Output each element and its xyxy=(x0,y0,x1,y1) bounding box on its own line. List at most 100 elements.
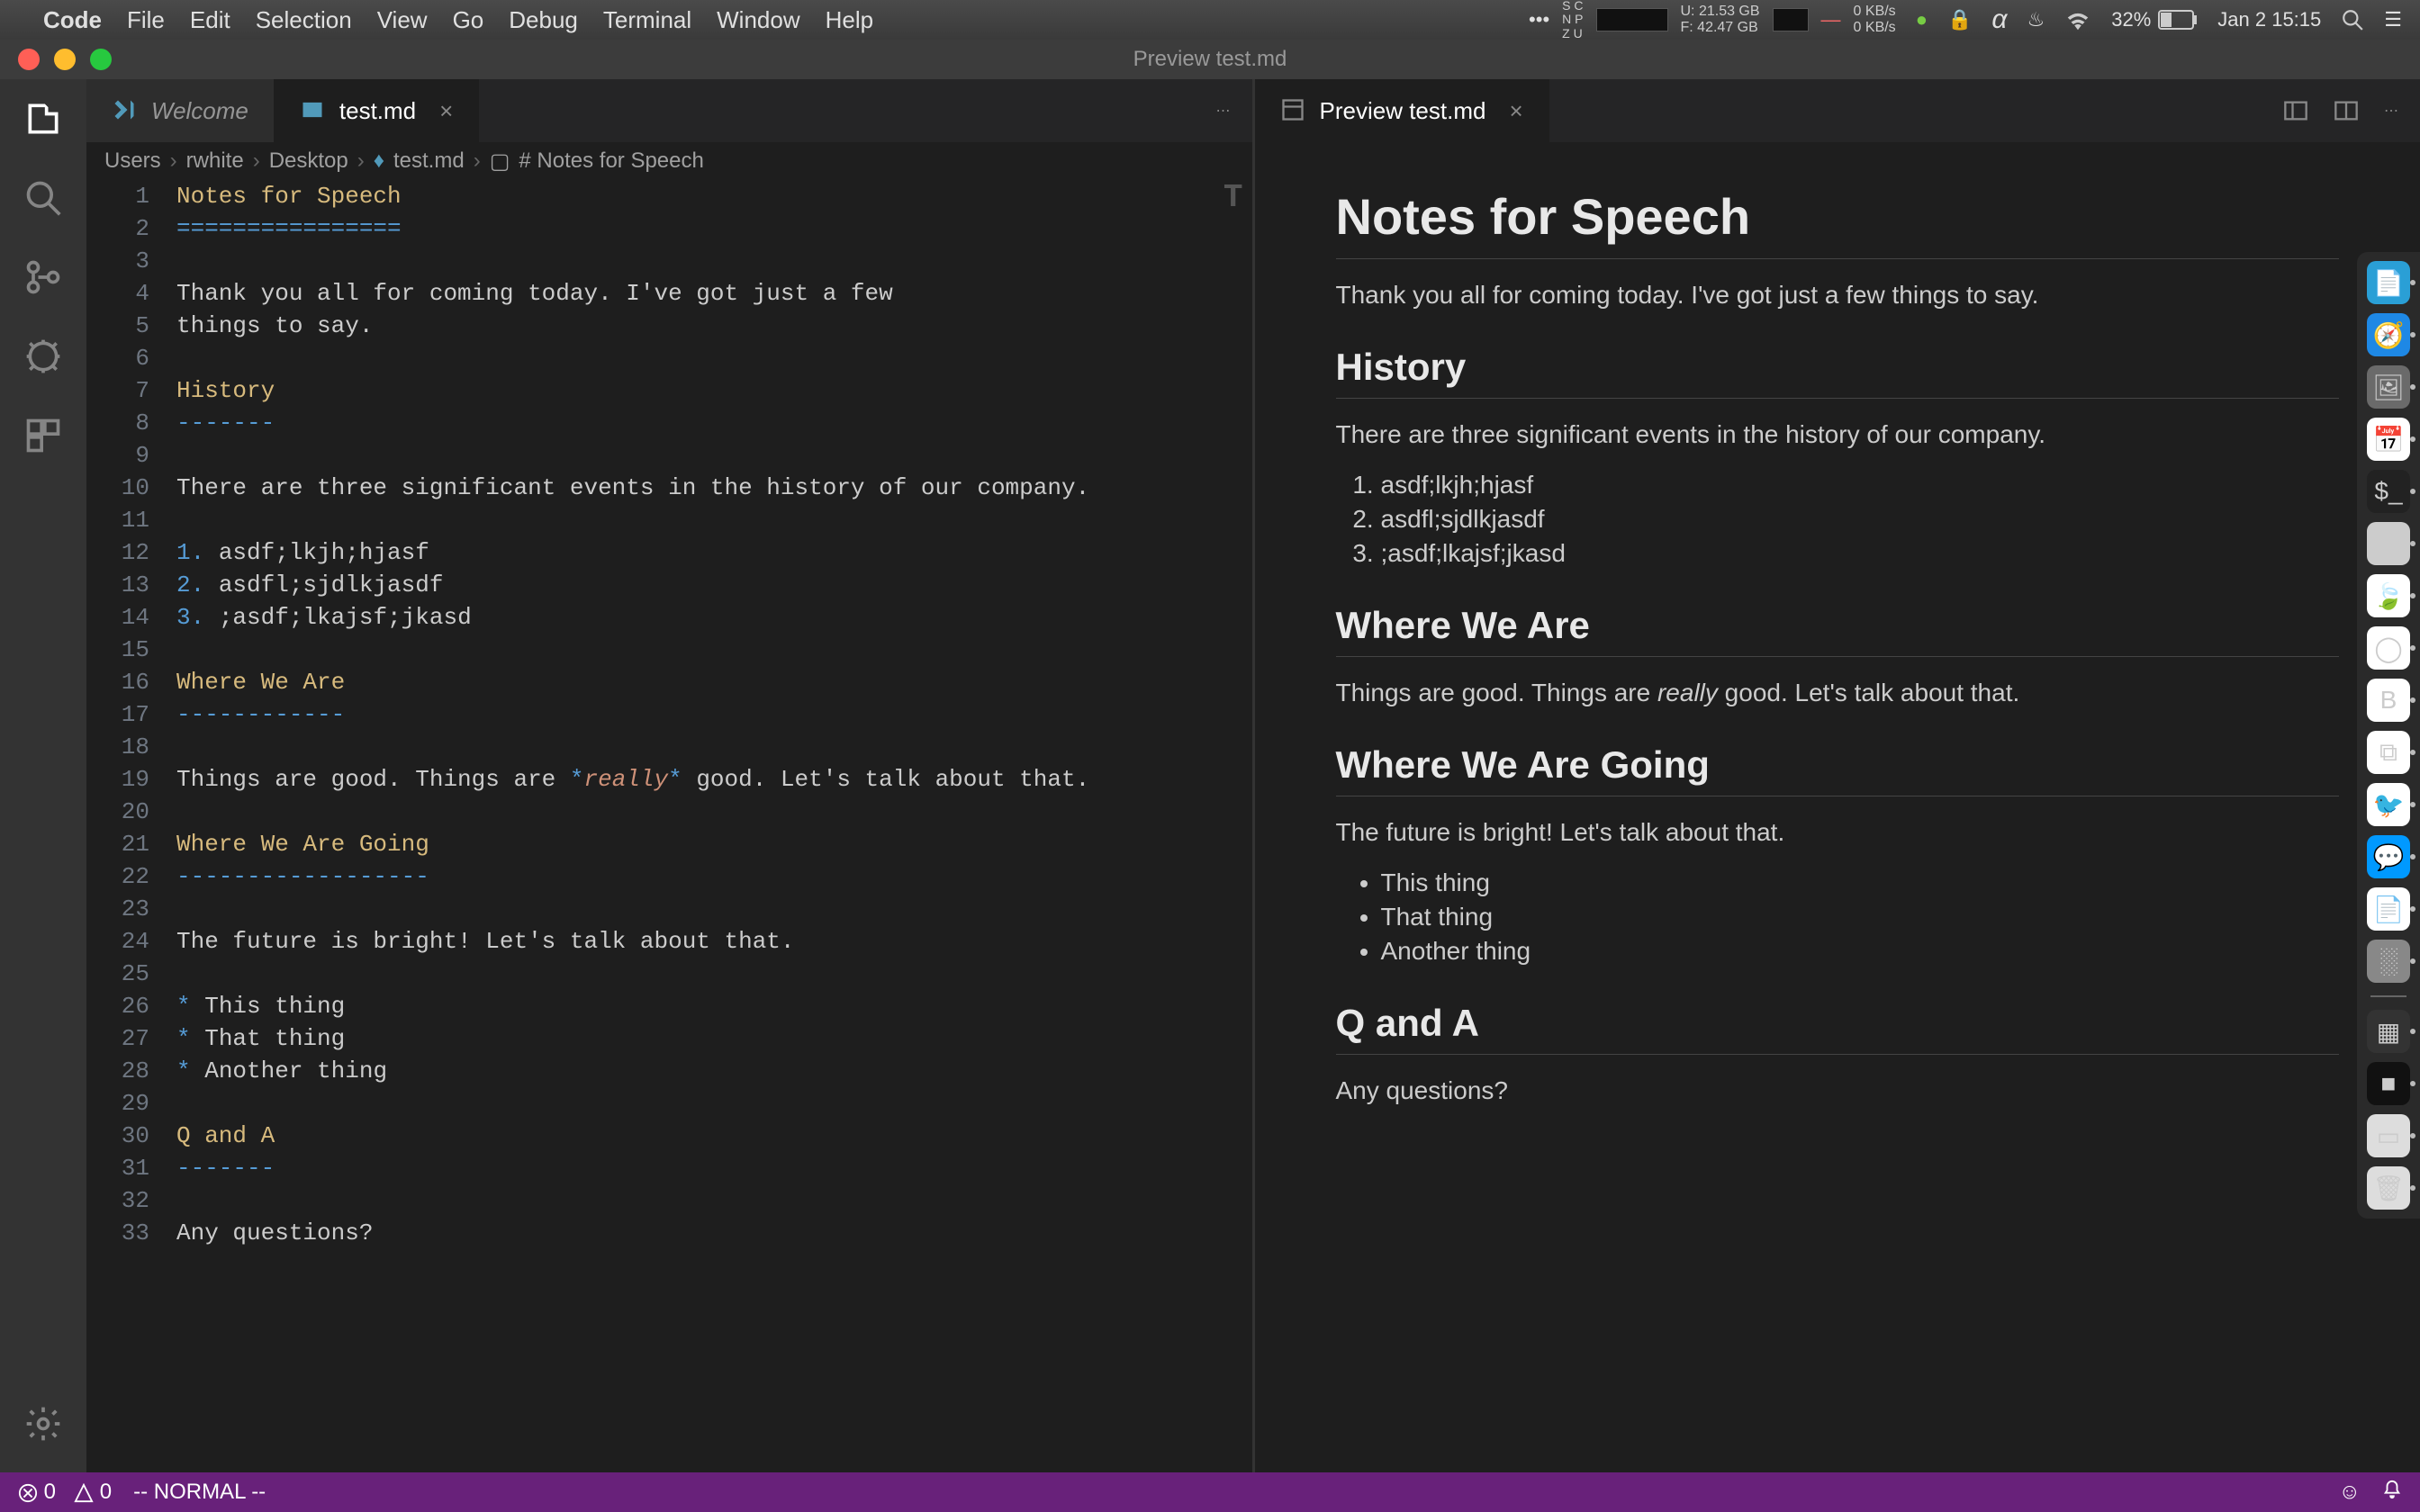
more-actions-icon[interactable]: ⋯ xyxy=(1216,102,1231,120)
menu-file[interactable]: File xyxy=(127,6,165,34)
preview-icon[interactable]: 🖼 xyxy=(2367,365,2410,409)
menu-terminal[interactable]: Terminal xyxy=(603,6,691,34)
pixel-icon[interactable]: ░ xyxy=(2367,940,2410,983)
code-line[interactable]: * That thing xyxy=(176,1022,1234,1055)
wifi-icon[interactable] xyxy=(2064,9,2091,31)
code-line[interactable]: 3. ;asdf;lkajsf;jkasd xyxy=(176,601,1234,634)
menu-selection[interactable]: Selection xyxy=(256,6,352,34)
code-line[interactable]: Notes for Speech xyxy=(176,180,1234,212)
menu-edit[interactable]: Edit xyxy=(190,6,230,34)
bell-icon[interactable] xyxy=(2382,1480,2402,1505)
code-line[interactable]: ------------ xyxy=(176,698,1234,731)
code-line[interactable]: There are three significant events in th… xyxy=(176,472,1234,504)
trash-icon[interactable]: 🗑 xyxy=(2367,1166,2410,1210)
breadcrumb[interactable]: Users › rwhite › Desktop › ♦ test.md › ▢… xyxy=(86,142,1252,180)
code-line[interactable] xyxy=(176,1184,1234,1217)
breadcrumb-part[interactable]: # Notes for Speech xyxy=(519,148,703,174)
script-a-icon[interactable]: α xyxy=(1991,4,2007,35)
circle-icon[interactable]: ◯ xyxy=(2367,626,2410,670)
vscode-icon[interactable]: ⧉ xyxy=(2367,731,2410,774)
code-line[interactable]: Any questions? xyxy=(176,1217,1234,1249)
battery-icon[interactable] xyxy=(2158,10,2198,30)
code-line[interactable] xyxy=(176,893,1234,925)
code-line[interactable] xyxy=(176,504,1234,536)
markdown-preview[interactable]: Notes for Speech Thank you all for comin… xyxy=(1255,142,2420,1472)
menu-go[interactable]: Go xyxy=(453,6,484,34)
code-line[interactable]: ------------------ xyxy=(176,860,1234,893)
code-line[interactable] xyxy=(176,342,1234,374)
terminal-icon[interactable]: $_ xyxy=(2367,470,2410,513)
window-close-button[interactable] xyxy=(18,49,40,70)
breadcrumb-part[interactable]: Desktop xyxy=(269,148,348,174)
code-line[interactable]: Where We Are xyxy=(176,666,1234,698)
mission-icon[interactable]: ▦ xyxy=(2367,1010,2410,1053)
window-minimize-button[interactable] xyxy=(54,49,76,70)
dots-icon[interactable]: ••• xyxy=(1529,8,1549,32)
window-icon[interactable]: ▭ xyxy=(2367,1114,2410,1157)
code-line[interactable]: ------- xyxy=(176,1152,1234,1184)
code-line[interactable]: ================ xyxy=(176,212,1234,245)
messages-icon[interactable]: 💬 xyxy=(2367,835,2410,878)
bird-icon[interactable]: 🐦 xyxy=(2367,783,2410,826)
code-line[interactable] xyxy=(176,1087,1234,1120)
calendar-icon[interactable]: 📅 xyxy=(2367,418,2410,461)
status-problems[interactable]: 0 0 xyxy=(18,1480,112,1505)
menubar-app-name[interactable]: Code xyxy=(43,6,102,34)
code-line[interactable]: The future is bright! Let's talk about t… xyxy=(176,925,1234,958)
code-editor[interactable]: 1234567891011121314151617181920212223242… xyxy=(86,180,1252,1472)
maps-icon[interactable]: 🗺 xyxy=(2367,522,2410,565)
close-icon[interactable]: × xyxy=(1509,97,1522,125)
show-source-icon[interactable] xyxy=(2283,98,2308,123)
activity-source-control[interactable] xyxy=(22,256,65,299)
b-icon[interactable]: B xyxy=(2367,679,2410,722)
tab-welcome[interactable]: Welcome xyxy=(86,79,275,142)
page-icon[interactable]: 📄 xyxy=(2367,887,2410,931)
code-content[interactable]: Notes for Speech================ Thank yo… xyxy=(176,180,1252,1472)
lock-icon[interactable]: 🔒 xyxy=(1947,8,1972,32)
more-actions-icon[interactable]: ⋯ xyxy=(2384,102,2398,120)
code-line[interactable]: things to say. xyxy=(176,310,1234,342)
code-line[interactable] xyxy=(176,958,1234,990)
code-line[interactable] xyxy=(176,634,1234,666)
code-line[interactable]: 1. asdf;lkjh;hjasf xyxy=(176,536,1234,569)
leaf-icon[interactable]: 🍃 xyxy=(2367,574,2410,617)
status-dot-icon[interactable]: ● xyxy=(1916,8,1928,32)
safari-icon[interactable]: 🧭 xyxy=(2367,313,2410,356)
code-line[interactable]: * Another thing xyxy=(176,1055,1234,1087)
menu-debug[interactable]: Debug xyxy=(509,6,578,34)
menu-help[interactable]: Help xyxy=(826,6,873,34)
code-line[interactable]: Things are good. Things are *really* goo… xyxy=(176,763,1234,796)
dark-icon[interactable]: ■ xyxy=(2367,1062,2410,1105)
code-line[interactable]: Thank you all for coming today. I've got… xyxy=(176,277,1234,310)
activity-explorer[interactable] xyxy=(22,97,65,140)
activity-search[interactable] xyxy=(22,176,65,220)
activity-settings-gear[interactable] xyxy=(22,1402,65,1445)
code-line[interactable]: * This thing xyxy=(176,990,1234,1022)
code-line[interactable]: Where We Are Going xyxy=(176,828,1234,860)
feedback-icon[interactable]: ☺ xyxy=(2338,1480,2361,1505)
menu-view[interactable]: View xyxy=(377,6,428,34)
code-line[interactable] xyxy=(176,439,1234,472)
activity-extensions[interactable] xyxy=(22,414,65,457)
code-line[interactable]: 2. asdfl;sjdlkjasdf xyxy=(176,569,1234,601)
control-center-icon[interactable]: ☰ xyxy=(2384,8,2402,32)
activity-debug[interactable] xyxy=(22,335,65,378)
breadcrumb-part[interactable]: rwhite xyxy=(186,148,244,174)
window-maximize-button[interactable] xyxy=(90,49,112,70)
menu-window[interactable]: Window xyxy=(717,6,799,34)
code-line[interactable]: History xyxy=(176,374,1234,407)
finder-icon[interactable]: 📄 xyxy=(2367,261,2410,304)
menubar-datetime[interactable]: Jan 2 15:15 xyxy=(2217,8,2321,32)
split-editor-icon[interactable] xyxy=(2334,98,2359,123)
close-icon[interactable]: × xyxy=(439,97,453,125)
code-line[interactable]: Q and A xyxy=(176,1120,1234,1152)
code-line[interactable] xyxy=(176,245,1234,277)
code-line[interactable] xyxy=(176,796,1234,828)
spotlight-icon[interactable] xyxy=(2341,8,2364,32)
flame-icon[interactable]: ♨ xyxy=(2027,8,2045,32)
breadcrumb-part[interactable]: Users xyxy=(104,148,161,174)
breadcrumb-part[interactable]: test.md xyxy=(393,148,465,174)
tab-preview[interactable]: Preview test.md × xyxy=(1255,79,1549,142)
code-line[interactable] xyxy=(176,731,1234,763)
tab-testmd[interactable]: test.md × xyxy=(275,79,479,142)
